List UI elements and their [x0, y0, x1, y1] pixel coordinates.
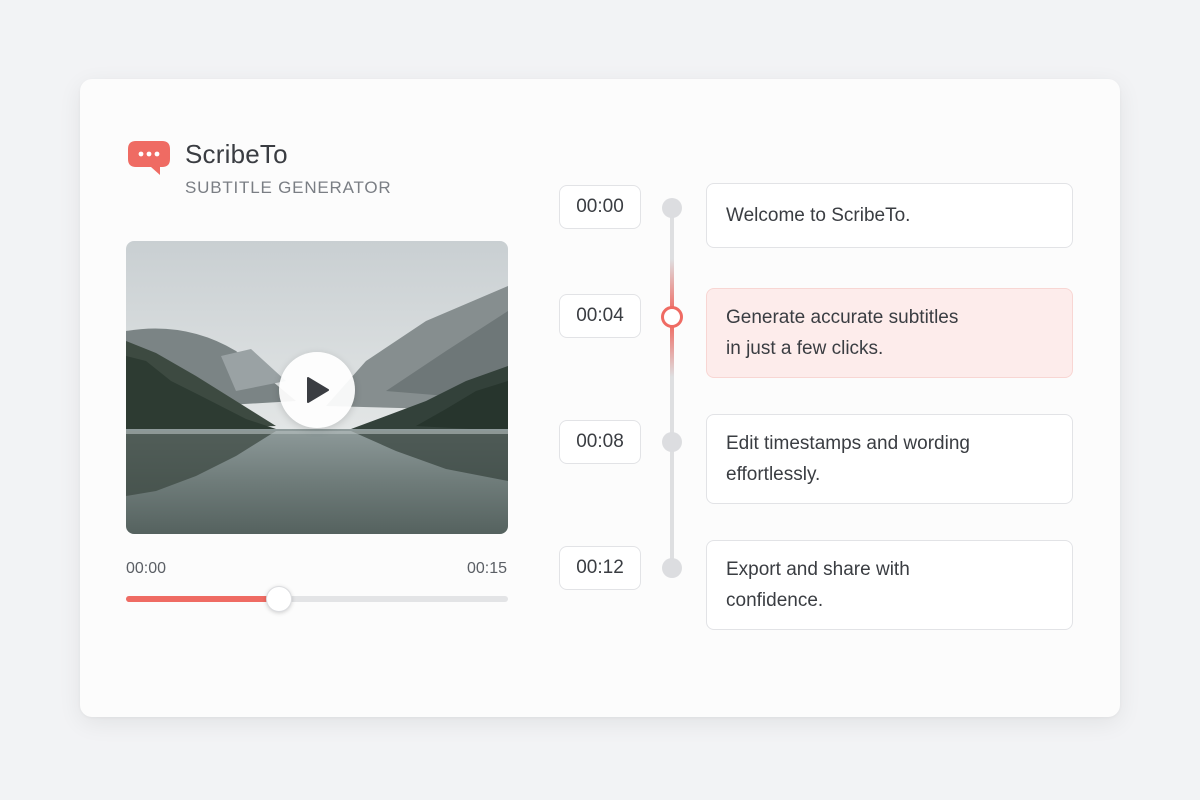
chat-bubble-icon	[128, 141, 170, 175]
timestamp-chip[interactable]: 00:00	[559, 185, 641, 229]
timestamp-chip-active[interactable]: 00:04	[559, 294, 641, 338]
progress-track[interactable]	[126, 586, 508, 612]
subtitle-text-line: effortlessly.	[726, 464, 821, 485]
subtitle-card[interactable]: Export and share with confidence.	[706, 540, 1073, 630]
subtitle-text-line: Generate accurate subtitles	[726, 307, 959, 328]
timeline-dot	[662, 432, 682, 452]
brand-subtitle: SUBTITLE GENERATOR	[185, 178, 392, 197]
subtitle-text-line: Export and share with	[726, 559, 910, 580]
timeline-dot	[662, 558, 682, 578]
current-time: 00:00	[126, 560, 167, 577]
video-player[interactable]	[126, 241, 508, 534]
subtitle-card[interactable]: Welcome to ScribeTo.	[706, 183, 1073, 248]
subtitle-text-line: Edit timestamps and wording	[726, 433, 970, 454]
progress-thumb[interactable]	[265, 586, 292, 612]
play-icon	[307, 377, 329, 403]
play-button[interactable]	[279, 352, 355, 428]
subtitle-text-line: in just a few clicks.	[726, 338, 884, 359]
subtitle-card[interactable]: Edit timestamps and wording effortlessly…	[706, 414, 1073, 504]
timeline-dot	[662, 198, 682, 218]
brand-name: ScribeTo	[185, 139, 288, 169]
subtitle-card-active[interactable]: Generate accurate subtitles in just a fe…	[706, 288, 1073, 378]
timeline-dot-active	[661, 306, 683, 328]
subtitle-text-line: confidence.	[726, 590, 824, 611]
app-card: ScribeTo SUBTITLE GENERATOR 00:00 00:15 …	[80, 79, 1120, 717]
timestamp-chip[interactable]: 00:08	[559, 420, 641, 464]
progress-fill	[126, 596, 279, 602]
duration-time: 00:15	[466, 560, 507, 577]
timestamp-chip[interactable]: 00:12	[559, 546, 641, 590]
subtitle-text-line: Welcome to ScribeTo.	[726, 205, 911, 226]
